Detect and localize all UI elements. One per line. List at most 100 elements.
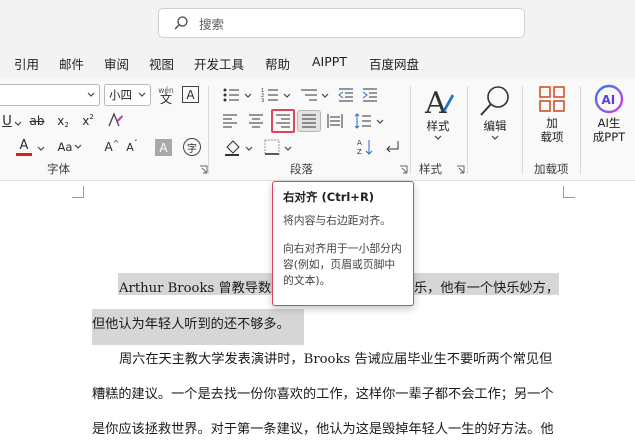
ai-logo-icon: AI [594,84,624,114]
svg-text:AI: AI [602,93,616,107]
bullets-button[interactable] [220,85,242,105]
font-color-label: A [19,137,29,153]
svg-text:A: A [424,86,447,118]
tab-review[interactable]: 审阅 [104,54,129,73]
align-center-button[interactable] [246,111,266,131]
increase-indent-button[interactable] [360,85,380,105]
editing-button[interactable]: 编辑 [474,84,516,154]
char-shading-label: A [159,140,168,155]
chevron-down-icon [376,119,384,124]
chevron-down-icon [491,135,499,140]
grow-font-caret: ^ [112,138,120,148]
font-color-button[interactable]: A [14,136,34,158]
font-dialog-launcher-icon[interactable] [199,165,208,174]
magnifier-icon [480,86,509,116]
paragraph-line: 是你应该拯救世界。对于第一条建议，他认为这是毁掉年轻人一生的好方法。他 [92,422,554,437]
font-size-combo[interactable]: 小四 [104,84,151,106]
numbering-icon: 123 [261,88,278,103]
ribbon-tabs: 引用 邮件 审阅 视图 开发工具 帮助 AIPPT 百度网盘 [0,48,635,78]
editing-label: 编辑 [483,119,507,133]
char-border-button[interactable]: A [182,86,199,103]
margin-corner [72,186,84,198]
style-dialog-launcher-icon[interactable] [456,165,465,174]
styles-label: 样式 [426,119,450,133]
paragraph-line: 但他认为年轻人听到的还不够多。 [92,317,290,332]
numbering-button[interactable]: 123 [259,85,281,105]
align-center-icon [249,114,263,128]
chevron-down-icon [244,93,252,98]
group-label-style: 样式 [419,162,442,176]
align-right-button[interactable] [271,109,295,133]
subscript-label: x [57,114,65,128]
addins-button[interactable]: 加 载项 [530,84,574,154]
tab-mailings[interactable]: 邮件 [59,54,84,73]
ai-ppt-button[interactable]: AI AI生 成PPT [586,84,632,154]
multilevel-list-button[interactable] [298,85,320,105]
addins-label-1: 加 [546,116,558,130]
title-bar: 搜索 [0,0,635,48]
grow-font-button[interactable]: A ^ [104,136,120,158]
tooltip-description: 将内容与右边距对齐。 [283,214,391,227]
distributed-icon [327,114,343,128]
justify-button[interactable] [297,110,321,132]
borders-button[interactable] [262,136,282,158]
search-box[interactable]: 搜索 [158,8,525,38]
tab-help[interactable]: 帮助 [265,54,290,73]
shrink-font-button[interactable]: Aˇ [124,136,140,158]
ribbon: 小四 wén 文 A U ab x2 x2 A Aa A ^ Aˇ A 字 字体… [0,78,635,181]
grow-font-label: A [104,140,113,154]
line-spacing-icon [354,113,371,129]
phonetic-guide-button[interactable]: wén 文 [156,83,176,107]
shrink-font-label: A [126,140,134,154]
align-left-button[interactable] [220,111,240,131]
show-marks-button[interactable] [381,136,401,158]
subscript-two: 2 [64,121,69,129]
tab-developer[interactable]: 开发工具 [194,54,244,73]
tab-view[interactable]: 视图 [149,54,174,73]
sort-button[interactable]: A Z [355,136,375,158]
change-case-label: Aa [57,140,73,154]
text-effects-button[interactable] [104,109,126,131]
paragraph-line: Arthur Brooks 曾教导数百 [119,281,285,296]
tooltip-details: 向右对齐用于一小部分内容(例如，页眉或页脚中的文本)。 [283,242,402,287]
char-shading-button[interactable]: A [155,139,172,156]
chevron-down-icon [283,93,291,98]
margin-corner [563,186,575,198]
change-case-button[interactable]: Aa [56,136,84,158]
strikethrough-button[interactable]: ab [26,111,48,131]
search-placeholder: 搜索 [199,16,225,32]
paragraph-dialog-launcher-icon[interactable] [399,165,408,174]
superscript-label: x [82,114,90,128]
superscript-button[interactable]: x2 [78,111,98,131]
font-name-combo[interactable] [0,84,100,106]
group-label-addins: 加载项 [534,162,569,176]
tab-aippt[interactable]: AIPPT [312,54,347,69]
styles-button[interactable]: A 样式 [418,84,458,154]
font-color-swatch [16,152,32,156]
chevron-down-icon [37,146,45,151]
line-spacing-button[interactable] [352,111,374,131]
svg-text:A: A [357,139,362,147]
enclose-char-button[interactable]: 字 [183,138,201,156]
decrease-indent-icon [338,88,353,102]
font-size-value: 小四 [109,88,132,102]
underline-button[interactable]: U [0,111,14,131]
tab-references[interactable]: 引用 [14,54,39,73]
char-border-label: A [186,87,195,102]
justify-icon [302,114,316,128]
strikethrough-label: ab [29,114,45,128]
addins-grid-icon [539,86,565,112]
chevron-down-icon [138,92,146,97]
bullets-icon [223,88,239,102]
chevron-down-icon [75,144,82,149]
group-label-paragraph: 段落 [290,162,313,176]
chevron-down-icon [14,121,22,126]
underline-icon: U [2,113,12,129]
subscript-button[interactable]: x2 [53,111,73,131]
paragraph-line: 糟糕的建议。一个是去找一份你喜欢的工作，这样你一辈子都不会工作；另一个 [92,387,554,402]
shading-button[interactable] [222,136,244,158]
distributed-button[interactable] [325,111,345,131]
chevron-down-icon [321,93,329,98]
decrease-indent-button[interactable] [336,85,356,105]
tab-baidu-netdisk[interactable]: 百度网盘 [369,54,419,73]
